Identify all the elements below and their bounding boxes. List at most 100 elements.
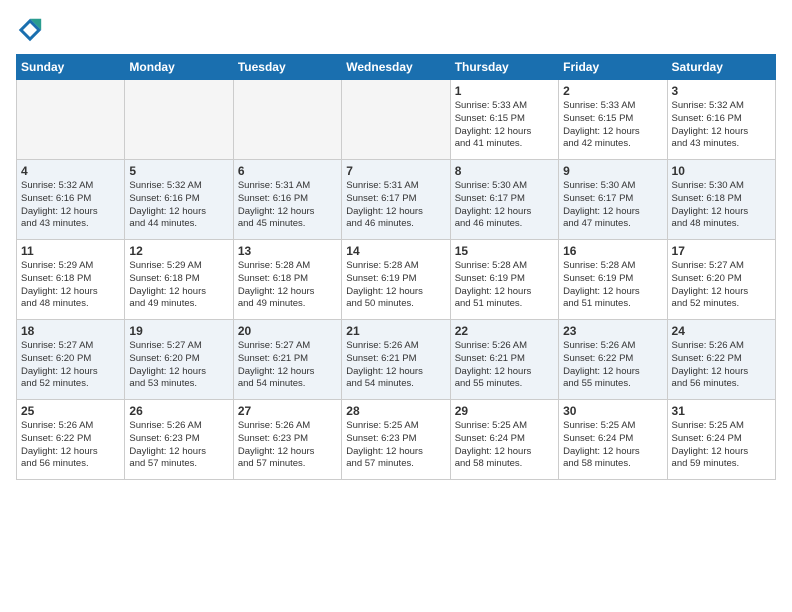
day-number: 20 — [238, 324, 337, 338]
header — [16, 16, 776, 44]
day-cell: 22 Sunrise: 5:26 AM Sunset: 6:21 PM Dayli… — [450, 320, 558, 400]
day-number: 16 — [563, 244, 662, 258]
day-info: Sunrise: 5:25 AM Sunset: 6:24 PM Dayligh… — [563, 420, 662, 471]
day-cell: 19 Sunrise: 5:27 AM Sunset: 6:20 PM Dayli… — [125, 320, 233, 400]
day-cell: 9 Sunrise: 5:30 AM Sunset: 6:17 PM Daylig… — [559, 160, 667, 240]
day-cell: 23 Sunrise: 5:26 AM Sunset: 6:22 PM Dayli… — [559, 320, 667, 400]
day-cell: 12Sunrise: 5:29 AM Sunset: 6:18 PM Dayli… — [125, 240, 233, 320]
day-info: Sunrise: 5:27 AM Sunset: 6:21 PM Dayligh… — [238, 340, 337, 391]
col-header-wednesday: Wednesday — [342, 55, 450, 80]
calendar-table: SundayMondayTuesdayWednesdayThursdayFrid… — [16, 54, 776, 480]
day-cell: 28 Sunrise: 5:25 AM Sunset: 6:23 PM Dayli… — [342, 400, 450, 480]
day-info: Sunrise: 5:25 AM Sunset: 6:23 PM Dayligh… — [346, 420, 445, 471]
col-header-tuesday: Tuesday — [233, 55, 341, 80]
day-number: 6 — [238, 164, 337, 178]
day-cell: 21Sunrise: 5:26 AM Sunset: 6:21 PM Dayli… — [342, 320, 450, 400]
day-info: Sunrise: 5:26 AM Sunset: 6:23 PM Dayligh… — [129, 420, 228, 471]
header-row: SundayMondayTuesdayWednesdayThursdayFrid… — [17, 55, 776, 80]
day-cell: 2 Sunrise: 5:33 AM Sunset: 6:15 PM Daylig… — [559, 80, 667, 160]
day-info: Sunrise: 5:32 AM Sunset: 6:16 PM Dayligh… — [129, 180, 228, 231]
day-info: Sunrise: 5:25 AM Sunset: 6:24 PM Dayligh… — [455, 420, 554, 471]
day-info: Sunrise: 5:30 AM Sunset: 6:17 PM Dayligh… — [563, 180, 662, 231]
day-number: 31 — [672, 404, 771, 418]
day-number: 18 — [21, 324, 120, 338]
day-number: 11 — [21, 244, 120, 258]
day-cell — [17, 80, 125, 160]
day-cell: 18 Sunrise: 5:27 AM Sunset: 6:20 PM Dayli… — [17, 320, 125, 400]
day-info: Sunrise: 5:27 AM Sunset: 6:20 PM Dayligh… — [21, 340, 120, 391]
day-info: Sunrise: 5:28 AM Sunset: 6:19 PM Dayligh… — [346, 260, 445, 311]
day-cell: 4Sunrise: 5:32 AM Sunset: 6:16 PM Daylig… — [17, 160, 125, 240]
day-info: Sunrise: 5:26 AM Sunset: 6:22 PM Dayligh… — [563, 340, 662, 391]
day-info: Sunrise: 5:28 AM Sunset: 6:19 PM Dayligh… — [455, 260, 554, 311]
day-number: 14 — [346, 244, 445, 258]
day-info: Sunrise: 5:32 AM Sunset: 6:16 PM Dayligh… — [21, 180, 120, 231]
day-info: Sunrise: 5:31 AM Sunset: 6:17 PM Dayligh… — [346, 180, 445, 231]
week-row: 25Sunrise: 5:26 AM Sunset: 6:22 PM Dayli… — [17, 400, 776, 480]
day-number: 17 — [672, 244, 771, 258]
day-number: 8 — [455, 164, 554, 178]
day-info: Sunrise: 5:32 AM Sunset: 6:16 PM Dayligh… — [672, 100, 771, 151]
day-number: 25 — [21, 404, 120, 418]
day-info: Sunrise: 5:26 AM Sunset: 6:23 PM Dayligh… — [238, 420, 337, 471]
day-info: Sunrise: 5:28 AM Sunset: 6:19 PM Dayligh… — [563, 260, 662, 311]
day-number: 10 — [672, 164, 771, 178]
week-row: 18 Sunrise: 5:27 AM Sunset: 6:20 PM Dayli… — [17, 320, 776, 400]
day-cell: 30Sunrise: 5:25 AM Sunset: 6:24 PM Dayli… — [559, 400, 667, 480]
day-info: Sunrise: 5:26 AM Sunset: 6:22 PM Dayligh… — [672, 340, 771, 391]
day-cell: 11 Sunrise: 5:29 AM Sunset: 6:18 PM Dayli… — [17, 240, 125, 320]
day-cell: 6 Sunrise: 5:31 AM Sunset: 6:16 PM Daylig… — [233, 160, 341, 240]
day-cell: 25Sunrise: 5:26 AM Sunset: 6:22 PM Dayli… — [17, 400, 125, 480]
logo — [16, 16, 48, 44]
day-number: 19 — [129, 324, 228, 338]
col-header-saturday: Saturday — [667, 55, 775, 80]
col-header-monday: Monday — [125, 55, 233, 80]
day-info: Sunrise: 5:31 AM Sunset: 6:16 PM Dayligh… — [238, 180, 337, 231]
week-row: 11 Sunrise: 5:29 AM Sunset: 6:18 PM Dayli… — [17, 240, 776, 320]
week-row: 4Sunrise: 5:32 AM Sunset: 6:16 PM Daylig… — [17, 160, 776, 240]
day-cell — [342, 80, 450, 160]
day-info: Sunrise: 5:30 AM Sunset: 6:18 PM Dayligh… — [672, 180, 771, 231]
day-cell — [233, 80, 341, 160]
day-info: Sunrise: 5:28 AM Sunset: 6:18 PM Dayligh… — [238, 260, 337, 311]
day-cell: 13 Sunrise: 5:28 AM Sunset: 6:18 PM Dayli… — [233, 240, 341, 320]
day-number: 5 — [129, 164, 228, 178]
day-cell: 29 Sunrise: 5:25 AM Sunset: 6:24 PM Dayli… — [450, 400, 558, 480]
day-number: 22 — [455, 324, 554, 338]
day-info: Sunrise: 5:26 AM Sunset: 6:21 PM Dayligh… — [455, 340, 554, 391]
day-info: Sunrise: 5:29 AM Sunset: 6:18 PM Dayligh… — [21, 260, 120, 311]
col-header-sunday: Sunday — [17, 55, 125, 80]
day-number: 21 — [346, 324, 445, 338]
day-cell: 3Sunrise: 5:32 AM Sunset: 6:16 PM Daylig… — [667, 80, 775, 160]
day-number: 28 — [346, 404, 445, 418]
day-info: Sunrise: 5:27 AM Sunset: 6:20 PM Dayligh… — [129, 340, 228, 391]
day-info: Sunrise: 5:33 AM Sunset: 6:15 PM Dayligh… — [563, 100, 662, 151]
day-info: Sunrise: 5:25 AM Sunset: 6:24 PM Dayligh… — [672, 420, 771, 471]
day-cell: 17 Sunrise: 5:27 AM Sunset: 6:20 PM Dayli… — [667, 240, 775, 320]
day-number: 1 — [455, 84, 554, 98]
day-cell: 31 Sunrise: 5:25 AM Sunset: 6:24 PM Dayli… — [667, 400, 775, 480]
day-number: 7 — [346, 164, 445, 178]
day-cell: 24 Sunrise: 5:26 AM Sunset: 6:22 PM Dayli… — [667, 320, 775, 400]
day-number: 23 — [563, 324, 662, 338]
day-info: Sunrise: 5:30 AM Sunset: 6:17 PM Dayligh… — [455, 180, 554, 231]
day-info: Sunrise: 5:27 AM Sunset: 6:20 PM Dayligh… — [672, 260, 771, 311]
week-row: 1 Sunrise: 5:33 AM Sunset: 6:15 PM Daylig… — [17, 80, 776, 160]
day-number: 2 — [563, 84, 662, 98]
day-cell — [125, 80, 233, 160]
day-cell: 20 Sunrise: 5:27 AM Sunset: 6:21 PM Dayli… — [233, 320, 341, 400]
day-cell: 7 Sunrise: 5:31 AM Sunset: 6:17 PM Daylig… — [342, 160, 450, 240]
col-header-thursday: Thursday — [450, 55, 558, 80]
day-cell: 5 Sunrise: 5:32 AM Sunset: 6:16 PM Daylig… — [125, 160, 233, 240]
day-cell: 27Sunrise: 5:26 AM Sunset: 6:23 PM Dayli… — [233, 400, 341, 480]
day-number: 13 — [238, 244, 337, 258]
day-number: 29 — [455, 404, 554, 418]
day-info: Sunrise: 5:33 AM Sunset: 6:15 PM Dayligh… — [455, 100, 554, 151]
day-cell: 16 Sunrise: 5:28 AM Sunset: 6:19 PM Dayli… — [559, 240, 667, 320]
day-cell: 26Sunrise: 5:26 AM Sunset: 6:23 PM Dayli… — [125, 400, 233, 480]
day-cell: 14 Sunrise: 5:28 AM Sunset: 6:19 PM Dayli… — [342, 240, 450, 320]
day-number: 9 — [563, 164, 662, 178]
logo-icon — [16, 16, 44, 44]
day-number: 24 — [672, 324, 771, 338]
day-cell: 10 Sunrise: 5:30 AM Sunset: 6:18 PM Dayli… — [667, 160, 775, 240]
